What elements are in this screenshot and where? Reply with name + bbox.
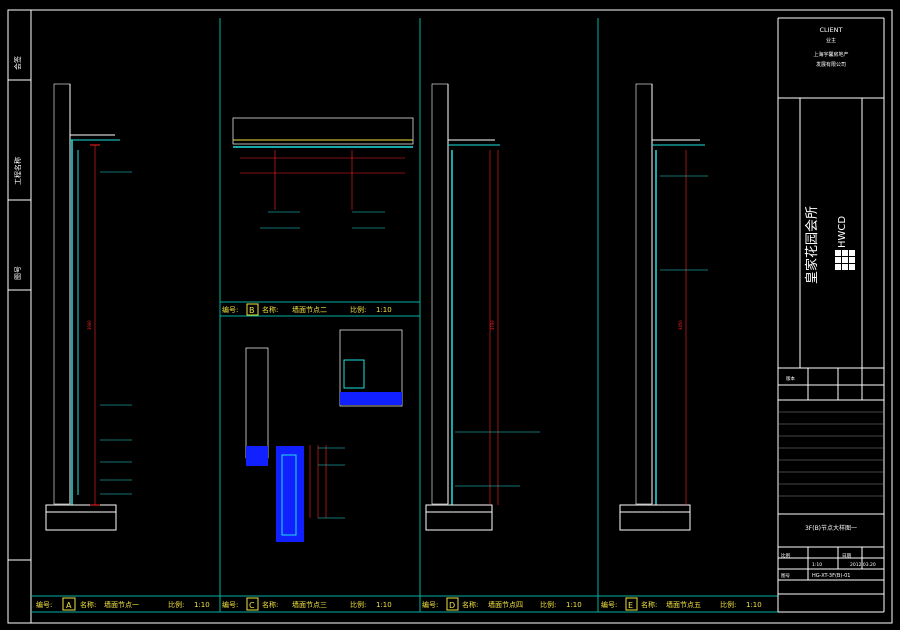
- panel-a-name: 墙面节点一: [104, 600, 139, 609]
- panel-b-scale: 1:10: [376, 306, 392, 314]
- drawing-title: 3F(B)节点大样图一: [805, 524, 857, 532]
- panel-d-scale-label: 比例:: [540, 600, 556, 609]
- date-label: 日期: [842, 553, 851, 559]
- margin-label-2: 工程名称: [13, 157, 22, 185]
- panel-c-scale-label: 比例:: [350, 600, 366, 609]
- revision-label: 版本: [786, 375, 795, 382]
- panel-caption-b: 编号: B 名称: 墙面节点二 比例: 1:10: [222, 303, 392, 316]
- panel-c-scale: 1:10: [376, 601, 392, 609]
- panel-b-letter: B: [249, 306, 255, 315]
- firm-logo-grid-icon: [835, 250, 855, 270]
- panel-b-name: 墙面节点二: [292, 305, 327, 314]
- date-value: 2012.03.20: [850, 562, 876, 568]
- drawing-number: HG-XT-3F(B)-01: [812, 573, 850, 579]
- drawing-number-label: 图号: [781, 573, 790, 579]
- client-sub: 业主: [826, 37, 836, 44]
- client-line1: 上海宇馨房地产: [813, 51, 848, 58]
- panel-d-name-label: 名称:: [462, 600, 478, 609]
- panel-b-no-label: 编号:: [222, 305, 238, 314]
- panel-e-letter: E: [628, 601, 633, 610]
- panel-d-name: 墙面节点四: [488, 600, 523, 609]
- dimension-d-total: 3700: [490, 320, 495, 330]
- margin-label-3: 图号: [14, 266, 22, 280]
- scale-value: 1:10: [812, 562, 822, 568]
- panel-d-scale: 1:10: [566, 601, 582, 609]
- panel-d-no-label: 编号:: [422, 600, 438, 609]
- panel-a-scale-label: 比例:: [168, 600, 184, 609]
- firm-logo-text: HWCD: [837, 216, 848, 248]
- panel-d-letter: D: [449, 601, 455, 610]
- panel-e-scale: 1:10: [746, 601, 762, 609]
- scale-label: 比例: [781, 552, 790, 559]
- panel-e-scale-label: 比例:: [720, 600, 736, 609]
- panel-b-name-label: 名称:: [262, 305, 278, 314]
- panel-a-scale: 1:10: [194, 601, 210, 609]
- panel-c-name: 墙面节点三: [292, 600, 327, 609]
- panel-a-name-label: 名称:: [80, 600, 96, 609]
- cad-drawing-sheet: 会签 工程名称 图号 CLIENT 业主 上海宇馨房地产 发展有限公司 皇家花园…: [0, 0, 900, 630]
- project-name: 皇家花园会所: [804, 206, 820, 284]
- client-line2: 发展有限公司: [816, 61, 846, 68]
- panel-e-name: 墙面节点五: [666, 600, 701, 609]
- panel-e-name-label: 名称:: [641, 600, 657, 609]
- panel-a-letter: A: [66, 601, 72, 610]
- panel-e-no-label: 编号:: [601, 600, 617, 609]
- panel-b-scale-label: 比例:: [350, 305, 366, 314]
- panel-a-no-label: 编号:: [36, 600, 52, 609]
- panel-c-name-label: 名称:: [262, 600, 278, 609]
- dimension-e-total: 3450: [678, 320, 683, 330]
- dimension-a-total: 3900: [87, 320, 92, 330]
- client-label: CLIENT: [819, 26, 842, 34]
- panel-c-letter: C: [249, 601, 255, 610]
- margin-label-1: 会签: [13, 56, 22, 70]
- panel-c-no-label: 编号:: [222, 600, 238, 609]
